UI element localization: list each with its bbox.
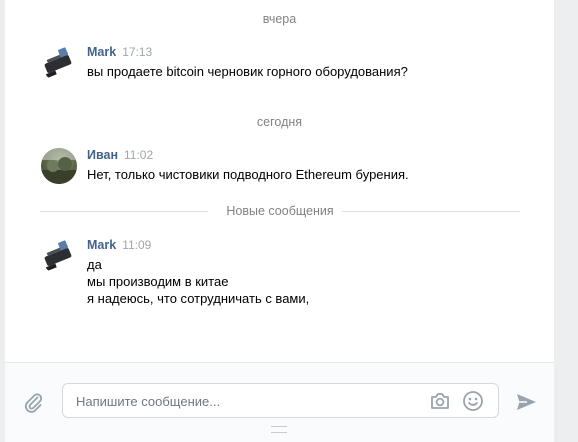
avatar[interactable]	[41, 148, 77, 184]
chat-panel: вчера Mark 17:13 вы продаете bitcoin черн…	[5, 0, 554, 442]
mining-rig-image	[44, 240, 72, 271]
date-separator-today: сегодня	[256, 115, 303, 129]
author-name[interactable]: Иван	[87, 148, 118, 162]
message-line: вы продаете bitcoin черновик горного обо…	[87, 64, 408, 79]
message-line: Нет, только чистовики подводного Ethereu…	[87, 167, 409, 182]
message-author[interactable]: Mark 17:13	[87, 45, 152, 59]
send-icon[interactable]	[515, 392, 537, 412]
divider	[342, 211, 520, 212]
message-time: 17:13	[122, 45, 153, 59]
date-separator-yesterday: вчера	[262, 12, 297, 26]
resize-handle[interactable]	[271, 426, 287, 433]
message-text: Нет, только чистовики подводного Ethereu…	[87, 166, 527, 183]
message-input-box[interactable]	[62, 383, 499, 418]
paperclip-icon[interactable]	[22, 391, 44, 413]
message-text: да мы производим в китае я надеюсь, что …	[87, 256, 527, 307]
message-text: вы продаете bitcoin черновик горного обо…	[87, 63, 527, 80]
avatar[interactable]	[41, 45, 77, 81]
message-line: я надеюсь, что сотрудничать с вами,	[87, 291, 310, 306]
avatar-photo-image	[41, 148, 77, 184]
avatar[interactable]	[41, 238, 77, 274]
message-input[interactable]	[76, 392, 416, 410]
message-author[interactable]: Иван 11:02	[87, 148, 153, 162]
author-name[interactable]: Mark	[87, 238, 116, 252]
message-line: да	[87, 257, 102, 272]
message-time: 11:09	[122, 238, 152, 252]
camera-icon[interactable]	[429, 391, 451, 411]
new-messages-separator: Новые сообщения	[40, 204, 520, 218]
author-name[interactable]: Mark	[87, 45, 116, 59]
message-composer	[5, 362, 554, 442]
message-author[interactable]: Mark 11:09	[87, 238, 151, 252]
mining-rig-image	[44, 47, 72, 78]
smile-icon[interactable]	[462, 390, 484, 412]
message-time: 11:02	[124, 148, 154, 162]
message-line: мы производим в китае	[87, 274, 229, 289]
